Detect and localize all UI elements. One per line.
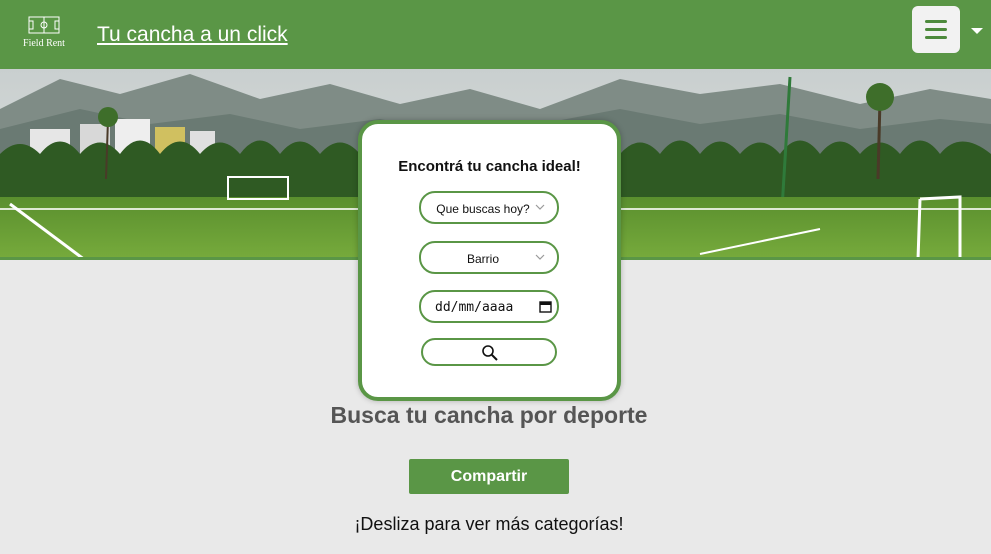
search-card: Encontrá tu cancha ideal! Que buscas hoy… xyxy=(358,120,621,401)
chevron-down-icon xyxy=(535,204,545,210)
date-input[interactable]: dd/mm/aaaa xyxy=(419,290,559,323)
logo-text: Field Rent xyxy=(23,38,65,49)
hamburger-menu-icon xyxy=(925,20,947,23)
hamburger-line xyxy=(925,36,947,39)
chevron-down-icon xyxy=(535,254,545,260)
sport-select-value: Que buscas hoy? xyxy=(436,202,530,216)
magnifier-icon xyxy=(482,345,498,361)
field-logo-icon xyxy=(28,16,60,34)
search-button[interactable] xyxy=(421,338,557,366)
caret-down-icon[interactable] xyxy=(971,28,983,34)
section-title: Busca tu cancha por deporte xyxy=(330,402,648,428)
neighborhood-select[interactable]: Barrio xyxy=(419,241,559,274)
sport-select[interactable]: Que buscas hoy? xyxy=(419,191,559,224)
calendar-icon[interactable] xyxy=(539,300,552,313)
swipe-hint: ¡Desliza para ver más categorías! xyxy=(354,514,624,534)
search-card-title: Encontrá tu cancha ideal! xyxy=(398,158,581,175)
top-navbar: Field Rent Tu cancha a un click xyxy=(0,0,991,69)
field-rent-logo[interactable]: Field Rent xyxy=(18,16,70,50)
tagline-link[interactable]: Tu cancha a un click xyxy=(97,23,288,47)
share-button[interactable]: Compartir xyxy=(409,459,569,494)
date-input-placeholder: dd/mm/aaaa xyxy=(435,300,514,315)
hamburger-menu-button[interactable] xyxy=(912,6,960,53)
neighborhood-select-value: Barrio xyxy=(466,252,499,266)
hamburger-line xyxy=(925,28,947,31)
